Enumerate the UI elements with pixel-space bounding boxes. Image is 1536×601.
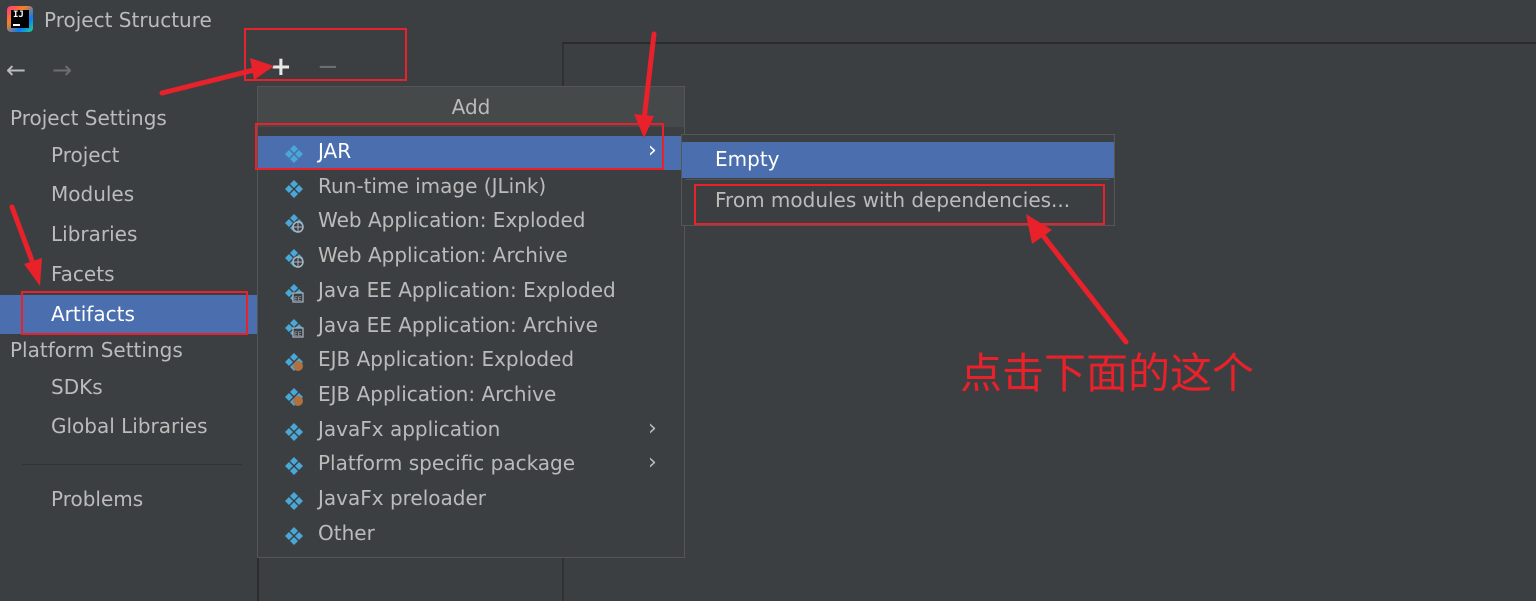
- annotation-arrow-from-modules: [1038, 230, 1129, 345]
- annotation-arrow-artifacts: [9, 204, 37, 269]
- annotation-arrow-jar: [641, 31, 657, 123]
- annotation-arrows: [9, 31, 1129, 345]
- annotation-arrow-add: [159, 65, 265, 96]
- annotation-text: 点击下面的这个: [960, 349, 1255, 398]
